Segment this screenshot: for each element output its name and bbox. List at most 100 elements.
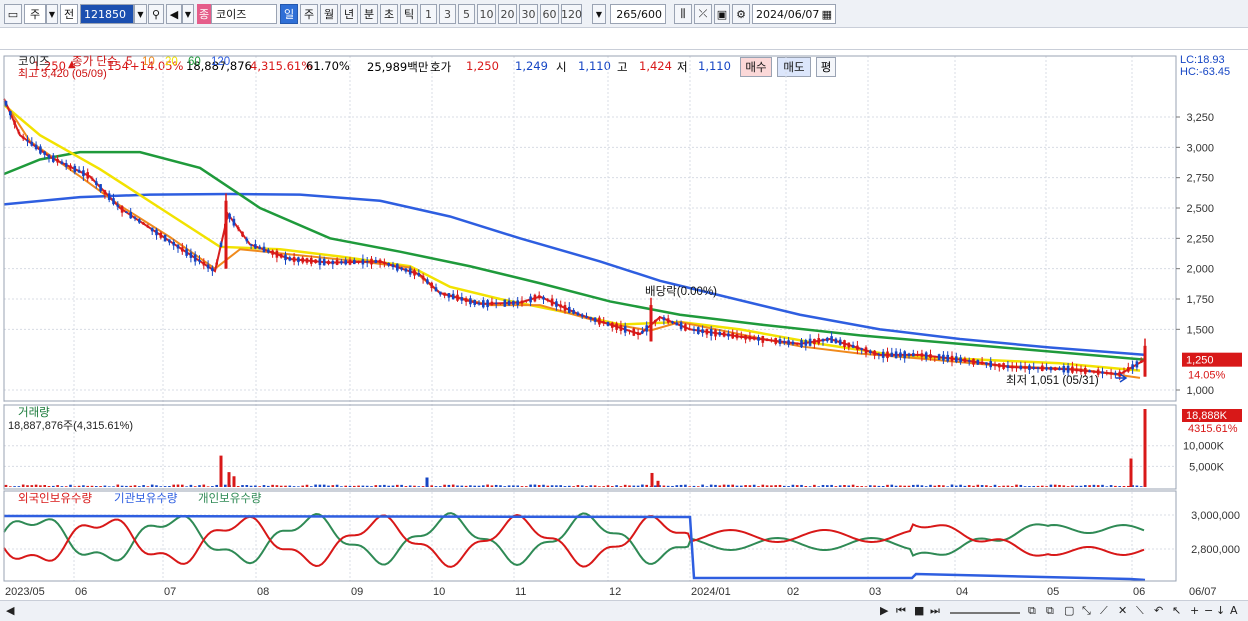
stock-chart[interactable]: 3,250 3,000 2,750 2,500 2,250 2,000 1,750 1,500…: [0, 51, 1248, 601]
volume-bar: [365, 485, 369, 487]
save-icon[interactable]: ▣: [714, 4, 730, 24]
price-tick-label: 3,000: [1186, 142, 1214, 154]
interval-button-4[interactable]: 20: [498, 4, 517, 24]
period-button-5[interactable]: 초: [380, 4, 398, 24]
draw-arrow-icon[interactable]: ⟍: [1136, 604, 1144, 618]
volume-bar: [421, 486, 425, 487]
speaker-icon[interactable]: ◀: [166, 4, 182, 24]
interval-button-3[interactable]: 10: [477, 4, 496, 24]
copy-icon[interactable]: ⧉: [1028, 604, 1036, 618]
candle-body: [654, 320, 657, 323]
candle-body: [718, 332, 722, 336]
x-axis-label: 09: [351, 586, 363, 598]
date-input[interactable]: 2024/06/07 ▦: [752, 4, 836, 24]
draw-fan-icon[interactable]: ⟋: [1100, 604, 1108, 618]
volume-bar: [826, 485, 829, 487]
candle-body: [525, 300, 528, 302]
candle-icon[interactable]: ⫼: [674, 4, 692, 24]
period-button-4[interactable]: 분: [360, 4, 378, 24]
gear-icon[interactable]: ⚙: [732, 4, 750, 24]
interval-button-6[interactable]: 60: [540, 4, 559, 24]
cross-tool-icon[interactable]: ⤫: [694, 4, 712, 24]
undo-icon[interactable]: ↶: [1154, 604, 1163, 617]
candle-body: [17, 131, 21, 134]
candle-body: [1015, 366, 1018, 369]
candle-body: [1122, 371, 1126, 373]
volume-bar: [142, 485, 145, 487]
candle-body: [976, 359, 980, 365]
text-tool-icon[interactable]: A: [1230, 604, 1238, 617]
volume-bar: [95, 486, 98, 487]
interval-button-7[interactable]: 120: [561, 4, 582, 24]
candle-body: [744, 335, 747, 340]
candle-body: [757, 337, 760, 341]
volume-bar: [537, 485, 541, 487]
speaker-dropdown-icon[interactable]: ▼: [182, 4, 194, 24]
interval-dropdown-icon[interactable]: ▼: [592, 4, 606, 24]
play-icon[interactable]: ▶: [880, 604, 888, 617]
draw-cross-icon[interactable]: ✕: [1118, 604, 1127, 617]
candle-body: [365, 261, 369, 263]
chevron-down-icon[interactable]: ▼: [46, 4, 58, 24]
volume-bar: [327, 485, 330, 487]
volume-bar: [245, 485, 249, 487]
frame-icon[interactable]: ▢: [1064, 604, 1074, 617]
volume-bar: [258, 486, 261, 487]
candle-body: [881, 351, 885, 358]
window-icon[interactable]: ▭: [4, 4, 22, 24]
code-dropdown-icon[interactable]: ▼: [134, 4, 147, 24]
zoom-in-icon[interactable]: +: [1190, 604, 1199, 617]
forward-icon[interactable]: ⏭: [930, 604, 940, 618]
pointer-icon[interactable]: ↖: [1172, 604, 1181, 617]
volume-bar: [791, 484, 795, 487]
volume-bar: [469, 485, 472, 487]
ma-label: 종가 단순: [72, 55, 118, 68]
zoom-slider[interactable]: [950, 604, 1020, 614]
volume-bar: [163, 486, 167, 487]
candle-body: [598, 317, 601, 325]
prev-button[interactable]: 전: [60, 4, 78, 24]
stop-icon[interactable]: ■: [914, 604, 924, 617]
candle-body: [1066, 365, 1070, 373]
volume-bar: [705, 486, 709, 487]
zoom-out-icon[interactable]: −: [1204, 604, 1213, 617]
interval-button-5[interactable]: 30: [519, 4, 538, 24]
scroll-left-icon[interactable]: ◀: [6, 604, 14, 617]
holding-panel-frame: [3, 490, 1177, 582]
candle-body: [924, 352, 928, 359]
volume-bar: [993, 484, 997, 487]
volume-bar: [279, 485, 283, 487]
window-copy-icon[interactable]: ⧉: [1046, 604, 1054, 618]
volume-bar: [770, 485, 773, 487]
candle-body: [542, 296, 545, 300]
period-button-2[interactable]: 월: [320, 4, 338, 24]
search-icon[interactable]: ⚲: [148, 4, 164, 24]
stock-code-input[interactable]: 121850: [80, 4, 134, 24]
period-main-select[interactable]: 주: [24, 4, 46, 24]
interval-button-0[interactable]: 1: [420, 4, 437, 24]
candle-body: [1062, 365, 1066, 373]
period-button-3[interactable]: 년: [340, 4, 358, 24]
volume-spike: [232, 476, 236, 487]
candle-body: [585, 315, 588, 318]
candle-body: [284, 254, 287, 261]
move-down-icon[interactable]: ↓: [1216, 604, 1225, 617]
ma-period-label: 120: [211, 56, 230, 68]
volume-bar: [628, 485, 631, 487]
candle-body: [795, 342, 799, 345]
draw-line-icon[interactable]: ⤡: [1082, 604, 1091, 618]
period-button-1[interactable]: 주: [300, 4, 318, 24]
calendar-icon[interactable]: ▦: [822, 8, 832, 21]
period-button-0[interactable]: 일: [280, 4, 298, 24]
count-input[interactable]: 265/600: [610, 4, 666, 24]
volume-bar: [800, 484, 803, 487]
volume-bar: [396, 484, 399, 487]
volume-bar: [942, 485, 945, 487]
period-button-6[interactable]: 틱: [400, 4, 418, 24]
interval-button-2[interactable]: 5: [458, 4, 475, 24]
stock-name-field[interactable]: 코이즈: [211, 4, 277, 24]
interval-button-1[interactable]: 3: [439, 4, 456, 24]
volume-bar: [39, 485, 42, 487]
volume-bar: [985, 485, 988, 487]
rewind-icon[interactable]: ⏮: [896, 604, 906, 618]
